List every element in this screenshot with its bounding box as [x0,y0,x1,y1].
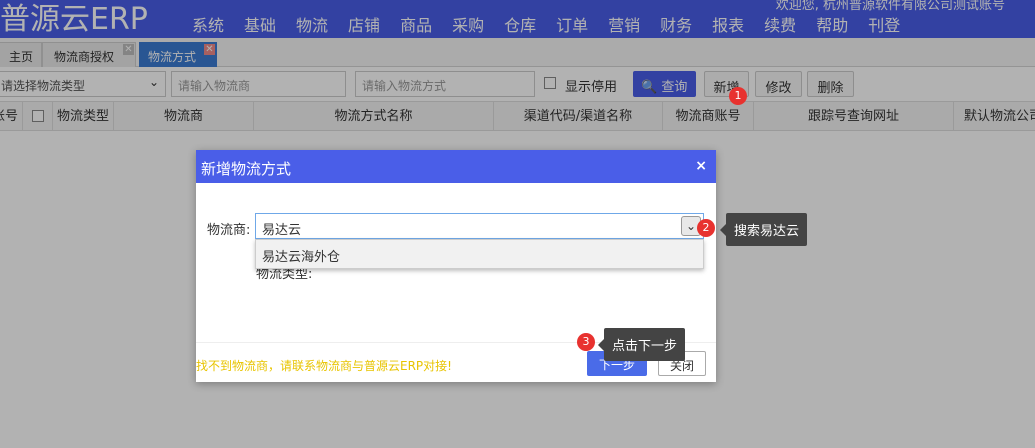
step-badge-3: 3 [577,333,595,351]
carrier-label: 物流商: [207,223,251,238]
dialog-header: 新增物流方式 × [196,150,716,183]
dialog-title: 新增物流方式 [201,160,292,178]
tooltip-click-next: 点击下一步 [597,328,686,361]
step-badge-1: 1 [729,87,747,105]
dropdown-option-yidayun-overseas[interactable]: 易达云海外仓 [262,246,340,265]
carrier-dropdown: 易达云海外仓 [255,239,704,269]
step-badge-2: 2 [697,219,715,237]
tooltip-search-yidayun: 搜索易达云 [719,213,808,246]
carrier-input[interactable]: 易达云 [255,213,704,239]
carrier-not-found-hint: 找不到物流商，请联系物流商与普源云ERP对接! [196,359,452,373]
close-icon[interactable]: × [695,158,707,174]
